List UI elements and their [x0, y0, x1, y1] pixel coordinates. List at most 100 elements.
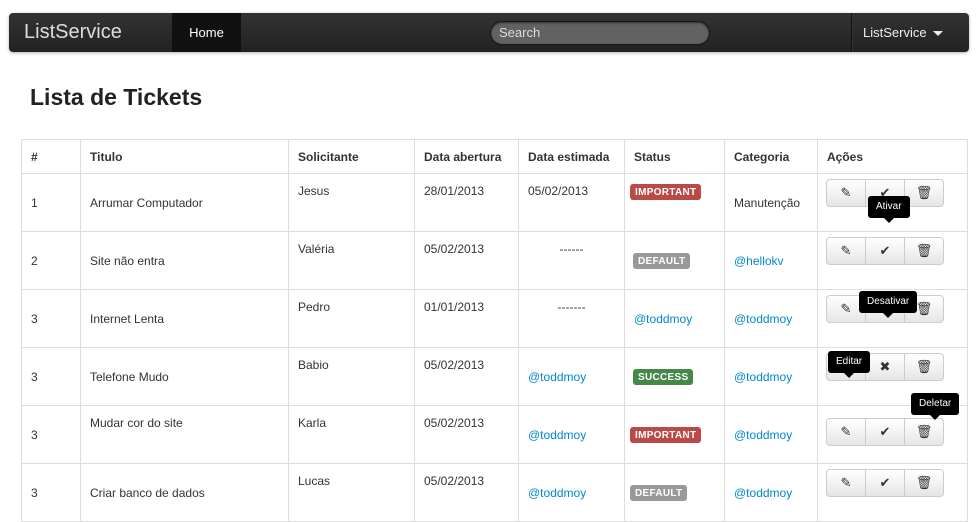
activate-button[interactable]: ✔ [865, 469, 905, 497]
cell-solicitante: Babio [288, 347, 415, 406]
check-icon: ✔ [879, 424, 891, 439]
table-row: 3 Internet Lenta Pedro 01/01/2013 ------… [21, 289, 968, 348]
delete-button[interactable]: 🗑 [904, 418, 944, 446]
tooltip-deletar: Deletar [911, 393, 960, 420]
trash-icon: 🗑 [915, 475, 933, 490]
delete-button[interactable]: 🗑 [904, 469, 944, 497]
pencil-icon: ✎ [840, 424, 852, 439]
cell-estimada-link[interactable]: @toddmoy [518, 463, 625, 522]
edit-button[interactable]: ✎ [826, 179, 866, 207]
actions-group: ✎ ✔ 🗑 [826, 418, 944, 446]
cell-num: 1 [21, 173, 81, 232]
header-num: # [21, 139, 81, 174]
cell-abertura: 05/02/2013 [414, 463, 519, 522]
cell-titulo: Arrumar Computador [80, 173, 289, 232]
cell-solicitante: Pedro [288, 289, 415, 348]
status-badge: SUCCESS [633, 368, 694, 385]
edit-button[interactable]: ✎ [826, 418, 866, 446]
delete-button[interactable]: 🗑 [904, 353, 944, 381]
nav-dropdown[interactable]: ListService [863, 13, 943, 52]
delete-button[interactable]: 🗑 [904, 179, 944, 207]
trash-icon: 🗑 [915, 359, 933, 374]
status-badge: IMPORTANT [630, 426, 702, 443]
table-row: 3 Mudar cor do site Karla 05/02/2013 @to… [21, 405, 968, 464]
cell-solicitante: Jesus [288, 173, 415, 232]
check-icon: ✔ [879, 475, 891, 490]
cell-titulo: Mudar cor do site [80, 405, 289, 464]
cell-categoria-link[interactable]: @toddmoy [724, 405, 818, 464]
cell-estimada: 05/02/2013 [518, 173, 625, 232]
cell-abertura: 01/01/2013 [414, 289, 519, 348]
table-row: 1 Arrumar Computador Jesus 28/01/2013 05… [21, 173, 968, 232]
edit-button[interactable]: ✎ [826, 469, 866, 497]
status-badge: DEFAULT [630, 484, 688, 501]
cell-titulo: Telefone Mudo [80, 347, 289, 406]
table-row: 3 Telefone Mudo Babio 05/02/2013 @toddmo… [21, 347, 968, 406]
cell-solicitante: Valéria [288, 231, 415, 290]
actions-group: ✎ ✔ 🗑 [826, 469, 944, 497]
caret-down-icon [932, 31, 943, 37]
nav-home[interactable]: Home [172, 13, 241, 52]
tickets-table: # Titulo Solicitante Data abertura Data … [21, 139, 968, 522]
header-abertura: Data abertura [414, 139, 519, 174]
activate-button[interactable]: ✔ [865, 418, 905, 446]
nav-divider [851, 13, 853, 52]
cell-titulo: Internet Lenta [80, 289, 289, 348]
status-badge: IMPORTANT [630, 184, 702, 200]
cell-categoria-link[interactable]: @toddmoy [724, 347, 818, 406]
table-header-row: # Titulo Solicitante Data abertura Data … [21, 139, 968, 174]
cell-estimada-link[interactable]: @toddmoy [518, 347, 625, 406]
search-input[interactable]: Search [490, 21, 710, 45]
page-title: Lista de Tickets [30, 84, 203, 110]
cell-abertura: 28/01/2013 [414, 173, 519, 232]
cell-solicitante: Karla [288, 405, 415, 464]
activate-button[interactable]: ✔ [865, 237, 905, 265]
cell-categoria-link[interactable]: @toddmoy [724, 289, 818, 348]
cell-abertura: 05/02/2013 [414, 347, 519, 406]
table-row: 2 Site não entra Valéria 05/02/2013 ----… [21, 231, 968, 290]
table-row: 3 Criar banco de dados Lucas 05/02/2013 … [21, 463, 968, 522]
edit-button[interactable]: ✎ [826, 237, 866, 265]
cell-titulo: Site não entra [80, 231, 289, 290]
cell-estimada-link[interactable]: @toddmoy [518, 405, 625, 464]
trash-icon: 🗑 [915, 243, 933, 258]
cell-titulo: Criar banco de dados [80, 463, 289, 522]
tooltip-ativar: Ativar [868, 196, 910, 223]
status-badge: DEFAULT [633, 252, 691, 269]
pencil-icon: ✎ [840, 185, 852, 200]
tooltip-editar: Editar [828, 351, 871, 378]
actions-group: ✎ ✔ 🗑 [826, 237, 944, 265]
pencil-icon: ✎ [840, 243, 852, 258]
cell-status-link[interactable]: @toddmoy [624, 289, 725, 348]
tooltip-desativar: Desativar [859, 291, 918, 318]
brand[interactable]: ListService [24, 13, 122, 52]
header-status: Status [624, 139, 725, 174]
cell-categoria-link[interactable]: @toddmoy [724, 463, 818, 522]
nav-dropdown-label: ListService [863, 25, 927, 40]
header-estimada: Data estimada [518, 139, 625, 174]
deactivate-button[interactable]: ✖ [865, 353, 905, 381]
header-acoes: Ações [817, 139, 968, 174]
trash-icon: 🗑 [915, 301, 933, 316]
header-categoria: Categoria [724, 139, 818, 174]
navbar: ListService Home Search ListService [9, 13, 969, 52]
cell-estimada: ------- [518, 289, 625, 348]
check-icon: ✔ [879, 243, 891, 258]
delete-button[interactable]: 🗑 [904, 237, 944, 265]
trash-icon: 🗑 [915, 185, 933, 200]
pencil-icon: ✎ [840, 475, 852, 490]
cell-num: 3 [21, 347, 81, 406]
trash-icon: 🗑 [915, 424, 933, 439]
cell-num: 2 [21, 231, 81, 290]
cell-estimada: ------ [518, 231, 625, 290]
cell-num: 3 [21, 405, 81, 464]
cell-abertura: 05/02/2013 [414, 231, 519, 290]
cell-solicitante: Lucas [288, 463, 415, 522]
cell-categoria-link[interactable]: @hellokv [724, 231, 818, 290]
header-titulo: Titulo [80, 139, 289, 174]
cell-abertura: 05/02/2013 [414, 405, 519, 464]
cell-num: 3 [21, 289, 81, 348]
pencil-icon: ✎ [840, 301, 852, 316]
cell-num: 3 [21, 463, 81, 522]
cell-categoria: Manutenção [724, 173, 818, 232]
